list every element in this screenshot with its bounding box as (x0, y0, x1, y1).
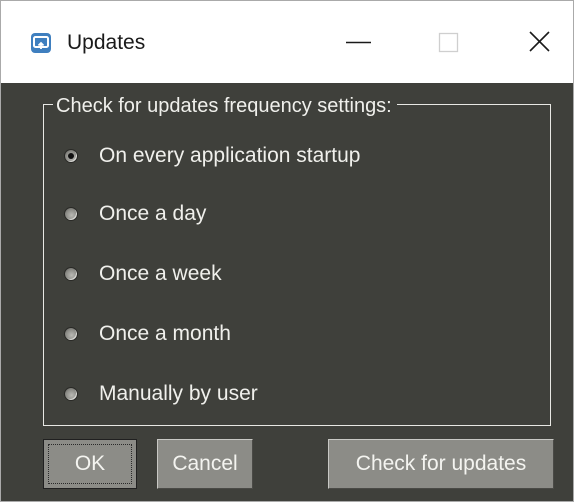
group-title: Check for updates frequency settings: (53, 94, 397, 118)
option-once-a-week[interactable]: Once a week (63, 259, 523, 291)
option-once-a-month[interactable]: Once a month (63, 319, 523, 351)
maximize-icon (438, 32, 459, 53)
option-manually-by-user[interactable]: Manually by user (63, 379, 523, 411)
option-every-startup[interactable]: On every application startup (63, 141, 523, 173)
radio-button-once-a-month[interactable] (64, 327, 78, 341)
option-label: Once a month (99, 322, 231, 345)
option-label: Once a day (99, 202, 207, 225)
app-icon (31, 33, 51, 53)
option-label: On every application startup (99, 144, 361, 167)
maximize-button[interactable] (424, 19, 470, 65)
title-bar[interactable]: Updates (1, 1, 573, 83)
option-once-a-day[interactable]: Once a day (63, 199, 523, 231)
minimize-icon (346, 41, 371, 44)
radio-selected-dot (68, 153, 74, 159)
minimize-button[interactable] (335, 19, 381, 65)
ok-button-label: OK (74, 452, 106, 475)
radio-button-every-startup[interactable] (64, 149, 78, 163)
updates-dialog: Updates Check for updates frequency sett… (0, 0, 574, 502)
close-button[interactable] (516, 19, 562, 65)
radio-button-once-a-week[interactable] (64, 267, 78, 281)
ok-button[interactable]: OK (43, 439, 137, 489)
cancel-button[interactable]: Cancel (157, 439, 253, 489)
option-label: Manually by user (99, 382, 258, 405)
radio-button-manually-by-user[interactable] (64, 387, 78, 401)
radio-button-once-a-day[interactable] (64, 207, 78, 221)
window-title: Updates (67, 31, 146, 54)
check-for-updates-button[interactable]: Check for updates (328, 439, 554, 489)
close-icon (529, 31, 550, 52)
option-label: Once a week (99, 262, 222, 285)
